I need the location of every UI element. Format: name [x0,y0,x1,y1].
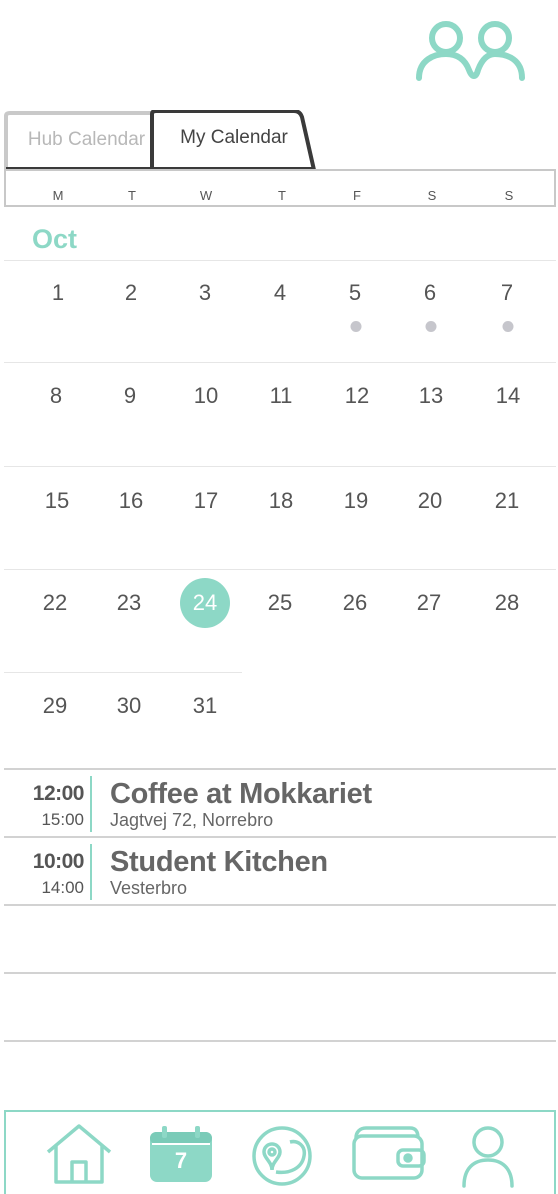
calendar-badge: 7 [174,1148,188,1173]
calendar-day[interactable]: 3 [180,280,230,306]
calendar-day[interactable]: 22 [30,590,80,616]
calendar-day[interactable]: 10 [181,383,231,409]
row-divider [4,260,556,261]
calendar-day[interactable]: 28 [482,590,532,616]
weekday-label: W [199,188,213,203]
calendar-day[interactable]: 31 [180,693,230,719]
calendar-day[interactable]: 13 [406,383,456,409]
weekday-label: S [504,188,514,203]
weekday-header: M T W T F S S [4,169,556,207]
event-dot [502,321,514,332]
calendar-day[interactable]: 27 [404,590,454,616]
event-accent-bar [90,776,92,832]
calendar-day[interactable]: 30 [104,693,154,719]
event-dot [350,321,362,332]
event-location: Vesterbro [110,878,188,898]
nav-home[interactable] [44,1124,114,1190]
row-divider [4,466,556,467]
calendar-day[interactable]: 8 [31,383,81,409]
profile-icon [460,1126,516,1192]
calendar-day[interactable]: 1 [33,280,83,306]
calendar-day[interactable]: 21 [482,488,532,514]
weekday-label: T [128,188,136,203]
weekday-label: S [427,188,437,203]
weekday-label: T [278,188,286,203]
wallet-icon [352,1126,426,1184]
tab-my-calendar[interactable]: My Calendar [154,110,314,168]
event-title: Student Kitchen [110,846,328,878]
event-end-time: 15:00 [41,810,84,829]
calendar-day[interactable]: 17 [181,488,231,514]
event-dot [425,321,437,332]
calendar-day[interactable]: 25 [255,590,305,616]
nav-calendar[interactable]: 7 [148,1124,218,1190]
weekday-label: M [52,188,64,203]
calendar-day[interactable]: 16 [106,488,156,514]
row-divider [4,362,556,363]
bottom-nav: 7 [4,1110,556,1194]
calendar-day[interactable]: 26 [330,590,380,616]
event-start-time: 12:00 [32,782,85,805]
event-divider [4,904,556,906]
calendar-tabs: Hub Calendar My Calendar [4,110,324,171]
event-item[interactable]: 12:00 15:00 Coffee at Mokkariet Jagtvej … [4,770,556,838]
nav-wallet[interactable] [352,1124,426,1190]
calendar-day[interactable]: 19 [331,488,381,514]
calendar-day[interactable]: 9 [105,383,155,409]
weekday-label: F [353,188,361,203]
calendar-day[interactable]: 29 [30,693,80,719]
home-icon [44,1124,114,1190]
event-item[interactable]: 10:00 14:00 Student Kitchen Vesterbro [4,838,556,906]
calendar-day[interactable]: 14 [483,383,533,409]
empty-slot-divider [4,1040,556,1042]
calendar-day[interactable]: 7 [482,280,532,306]
calendar-day[interactable]: 2 [106,280,156,306]
tab-hub-calendar[interactable]: Hub Calendar [4,112,169,170]
empty-slot-divider [4,972,556,974]
map-route-icon [250,1126,314,1192]
calendar-day[interactable]: 23 [104,590,154,616]
group-icon[interactable] [414,18,528,84]
event-accent-bar [90,844,92,900]
calendar-day[interactable]: 18 [256,488,306,514]
calendar-day[interactable]: 4 [255,280,305,306]
row-divider [4,672,242,673]
nav-map[interactable] [250,1124,320,1190]
row-divider [4,569,556,570]
event-end-time: 14:00 [41,878,84,897]
calendar-day-today[interactable]: 24 [180,590,230,616]
event-start-time: 10:00 [32,850,85,873]
calendar-day[interactable]: 12 [332,383,382,409]
month-label: Oct [32,224,78,254]
event-title: Coffee at Mokkariet [110,778,372,810]
calendar-day[interactable]: 11 [256,383,306,409]
calendar-day[interactable]: 6 [405,280,455,306]
calendar-day[interactable]: 5 [330,280,380,306]
nav-profile[interactable] [460,1124,530,1190]
calendar-day[interactable]: 20 [405,488,455,514]
event-location: Jagtvej 72, Norrebro [110,810,274,830]
calendar-day[interactable]: 15 [32,488,82,514]
